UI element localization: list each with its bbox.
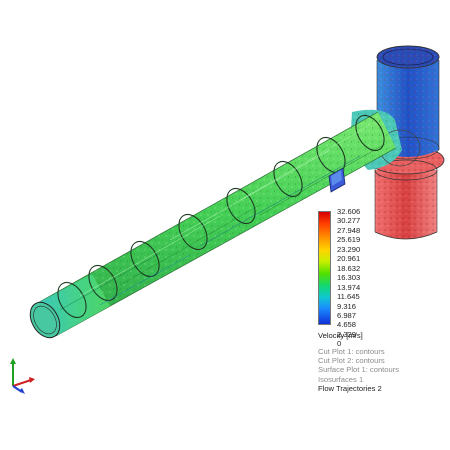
plot-list: Cut Plot 1: contours Cut Plot 2: contour…: [318, 347, 399, 393]
plot-item-cut-plot-2[interactable]: Cut Plot 2: contours: [318, 356, 399, 365]
scale-value: 27.948: [337, 225, 361, 235]
plot-item-cut-plot-1[interactable]: Cut Plot 1: contours: [318, 347, 399, 356]
scale-value: 25.619: [337, 235, 361, 245]
scale-value: 32.606: [337, 207, 361, 216]
plot-item-isosurfaces-1[interactable]: Isosurfaces 1: [318, 375, 399, 384]
plot-item-flow-trajectories-2[interactable]: Flow Trajectories 2: [318, 384, 399, 393]
scale-value: 11.645: [337, 292, 360, 302]
scale-value: 23.290: [337, 244, 361, 254]
scale-value: 16.303: [337, 273, 361, 283]
scale-value: 30.277: [337, 216, 361, 226]
axis-triad-icon: [10, 358, 35, 394]
scale-value: 20.961: [337, 254, 361, 264]
velocity-scale-labels: 32.606 30.277 27.948 25.619 23.290 20.96…: [337, 207, 397, 349]
scale-value: 18.632: [337, 263, 361, 273]
scale-value: 13.974: [337, 282, 361, 292]
scale-value: 6.987: [337, 310, 357, 320]
velocity-unit-label: Velocity [m/s]: [318, 331, 363, 340]
scale-value: 4.658: [337, 320, 357, 330]
plot-item-surface-plot-1[interactable]: Surface Plot 1: contours: [318, 365, 399, 374]
scale-value: 9.316: [337, 301, 357, 311]
velocity-color-scale: [318, 211, 331, 325]
